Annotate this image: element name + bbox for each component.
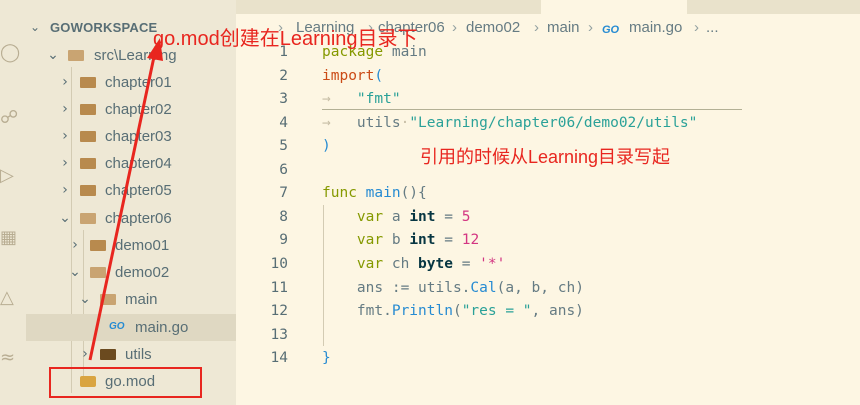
- annotation-arrow: [88, 38, 163, 361]
- gomod-highlight-box: [49, 367, 202, 398]
- import-annotation: 引用的时候从Learning目录写起: [420, 147, 671, 167]
- gomod-annotation: go.mod创建在Learning目录下: [153, 28, 418, 50]
